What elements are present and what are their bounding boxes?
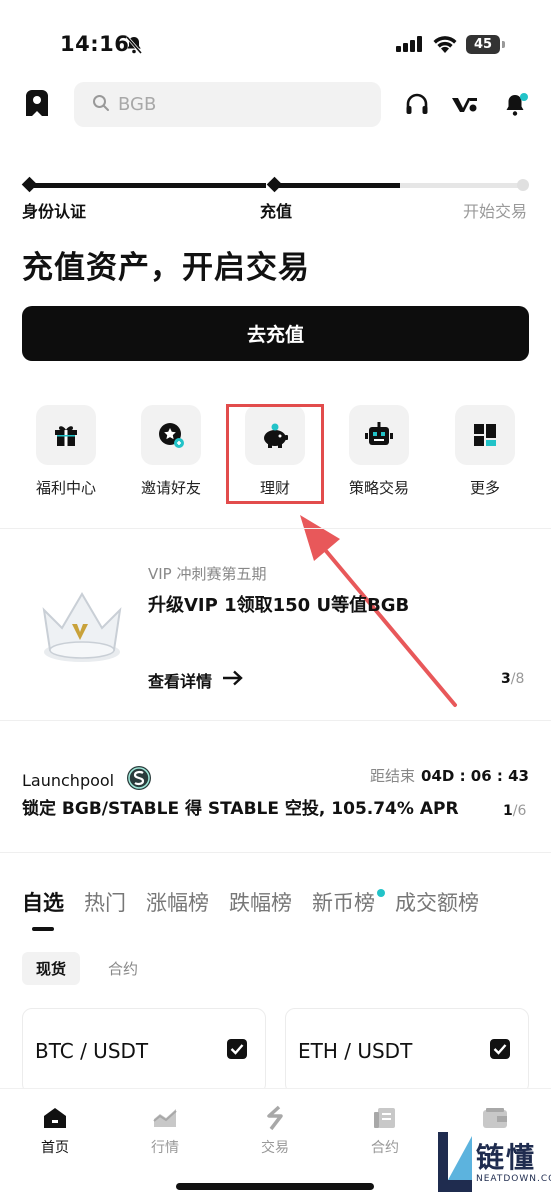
app-logo-icon[interactable] (22, 88, 52, 118)
search-icon (92, 94, 110, 116)
top-header (0, 80, 551, 130)
status-bar: 14:16 45 (0, 0, 551, 80)
home-indicator[interactable] (176, 1183, 374, 1190)
step-label-trade: 开始交易 (463, 202, 528, 221)
tab-gainers[interactable]: 涨幅榜 (146, 887, 209, 917)
nav-trade[interactable]: 交易 (235, 1105, 315, 1157)
wallet-icon (455, 1105, 535, 1131)
wifi-icon (432, 35, 458, 58)
home-icon (15, 1105, 95, 1131)
stable-coin-icon (126, 765, 152, 795)
nav-label: 交易 (261, 1140, 289, 1156)
watermark-domain: NEATDOWN.COM (476, 1174, 551, 1184)
tab-new-listings[interactable]: 新币榜 (312, 887, 385, 917)
progress-track-pending (400, 183, 520, 188)
divider (0, 528, 551, 529)
highlight-box (226, 404, 324, 504)
bell-off-icon (124, 35, 144, 59)
nav-label: 首页 (41, 1140, 69, 1156)
pager-current: 3 (501, 671, 511, 687)
view-details-link[interactable]: 查看详情 (148, 668, 244, 692)
countdown-value: 04D : 06 : 43 (421, 767, 529, 785)
step-label-deposit: 充值 (260, 202, 293, 221)
new-dot-badge (377, 889, 385, 897)
subtab-futures[interactable]: 合约 (94, 952, 152, 985)
invite-friend-icon (141, 405, 201, 465)
notification-bell-icon[interactable] (502, 91, 530, 119)
shortcut-label: 邀请好友 (140, 479, 201, 497)
arrow-right-icon (222, 670, 244, 690)
shortcut-label: 更多 (469, 479, 500, 497)
banner-subtitle: VIP 冲刺赛第五期 (148, 565, 267, 583)
checkbox-checked-icon[interactable] (490, 1039, 510, 1059)
progress-track-done (26, 183, 266, 188)
tab-hot[interactable]: 热门 (84, 887, 126, 917)
battery-cap (502, 41, 505, 48)
status-time: 14:16 (60, 32, 130, 56)
step-label-verify: 身份认证 (22, 202, 87, 221)
pager-total: /6 (512, 803, 527, 819)
pair-card-eth[interactable]: ETH / USDT (285, 1008, 529, 1094)
nav-home[interactable]: 首页 (15, 1105, 95, 1157)
pair-name: ETH / USDT (298, 1039, 413, 1063)
grid-more-icon (455, 405, 515, 465)
search-bar[interactable] (74, 82, 381, 127)
checkbox-checked-icon[interactable] (227, 1039, 247, 1059)
step-dot-deposit (266, 176, 283, 193)
gift-icon (36, 405, 96, 465)
banner-title: 升级VIP 1领取150 U等值BGB (148, 595, 410, 616)
wallet-connect-icon[interactable] (451, 91, 479, 119)
shortcut-invite-friends[interactable]: 邀请好友 (126, 405, 216, 498)
divider (0, 852, 551, 853)
shortcut-rewards-center[interactable]: 福利中心 (21, 405, 111, 498)
watermark-logo: 链懂 NEATDOWN.COM (436, 1130, 551, 1196)
nav-futures[interactable]: 合约 (345, 1105, 425, 1157)
shortcut-more[interactable]: 更多 (440, 405, 530, 498)
nav-label: 行情 (151, 1140, 179, 1156)
nav-markets[interactable]: 行情 (125, 1105, 205, 1157)
shortcut-label: 福利中心 (35, 479, 96, 497)
tab-favorites[interactable]: 自选 (22, 887, 64, 917)
headset-icon[interactable] (403, 91, 431, 119)
market-tabs: 自选 热门 涨幅榜 跌幅榜 新币榜 成交额榜 (22, 887, 479, 917)
robot-icon (349, 405, 409, 465)
progress-track-current (276, 183, 400, 188)
search-input[interactable] (118, 94, 358, 115)
trade-swap-icon (235, 1105, 315, 1131)
shortcut-label: 策略交易 (348, 479, 409, 497)
pager-current: 1 (503, 803, 513, 819)
countdown-label: 距结束 (370, 767, 416, 785)
launchpool-countdown: 距结束 04D : 06 : 43 (370, 765, 529, 786)
subtab-spot[interactable]: 现货 (22, 952, 81, 985)
tab-new-listings-label: 新币榜 (312, 891, 375, 915)
chart-icon (125, 1105, 205, 1131)
pager-total: /8 (510, 671, 525, 687)
banner-pager: 3/8 (501, 671, 524, 687)
divider (0, 720, 551, 721)
shortcut-strategy-trading[interactable]: 策略交易 (334, 405, 424, 498)
active-tab-indicator (32, 927, 54, 931)
tab-losers[interactable]: 跌幅榜 (229, 887, 292, 917)
contract-document-icon (345, 1105, 425, 1131)
view-details-label: 查看详情 (148, 672, 213, 691)
battery-icon: 45 (466, 35, 500, 54)
onboarding-progress: 身份认证 充值 开始交易 (21, 176, 529, 228)
watermark-text: 链懂 (476, 1141, 537, 1174)
launchpool-title: Launchpool (22, 770, 115, 790)
cellular-signal-icon (396, 36, 424, 56)
crown-icon (36, 588, 128, 668)
nav-label: 合约 (371, 1140, 399, 1156)
step-dot-trade (517, 179, 529, 191)
launchpool-title-row: Launchpool (22, 765, 152, 795)
step-dot-verify (21, 176, 38, 193)
launchpool-description: 锁定 BGB/STABLE 得 STABLE 空投, 105.74% APR (22, 799, 459, 819)
launchpool-pager: 1/6 (503, 803, 526, 819)
pair-name: BTC / USDT (35, 1039, 149, 1063)
deposit-button[interactable]: 去充值 (22, 306, 529, 361)
page-title: 充值资产，开启交易 (22, 250, 310, 286)
tab-volume[interactable]: 成交额榜 (395, 887, 479, 917)
pair-card-btc[interactable]: BTC / USDT (22, 1008, 266, 1094)
